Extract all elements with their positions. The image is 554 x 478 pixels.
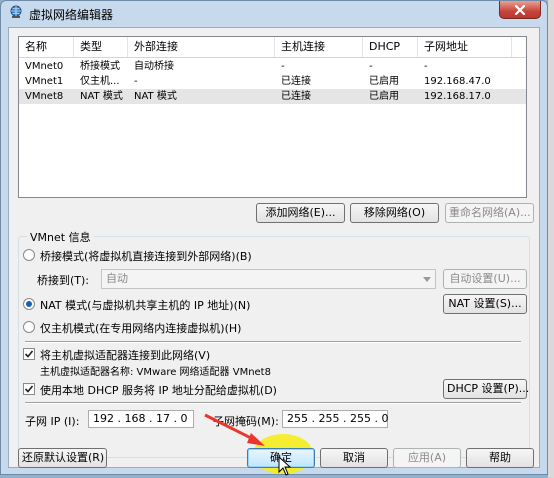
nat-mode-label[interactable]: NAT 模式(与虚拟机共享主机的 IP 地址)(N) [40, 297, 250, 313]
bridged-to-select[interactable]: 自动 [101, 269, 436, 289]
network-list[interactable]: 名称 类型 外部连接 主机连接 DHCP 子网地址 VMnet0 桥接模式 自动… [18, 36, 527, 198]
cell-external: - [134, 76, 138, 87]
checkmark-icon [24, 385, 34, 393]
table-row-selected[interactable]: VMnet8 NAT 模式 NAT 模式 已连接 已启用 192.168.17.… [19, 89, 526, 104]
cell-subnet: - [424, 61, 428, 72]
cell-type: 仅主机... [80, 76, 120, 87]
cell-name: VMnet0 [25, 61, 64, 72]
remove-network-button[interactable]: 移除网络(O) [350, 203, 439, 223]
vmnet-info-label: VMnet 信息 [27, 229, 94, 245]
cell-host: - [281, 61, 285, 72]
cell-subnet: 192.168.47.0 [424, 76, 491, 87]
red-arrow-annotation [204, 413, 265, 446]
cell-dhcp: 已启用 [369, 76, 399, 87]
separator [25, 341, 521, 343]
title-bar[interactable]: 虚拟网络编辑器 [1, 1, 547, 25]
chevron-down-icon [419, 270, 435, 288]
network-list-header: 名称 类型 外部连接 主机连接 DHCP 子网地址 [19, 37, 526, 58]
use-dhcp-checkbox[interactable] [23, 383, 35, 395]
subnet-mask-input[interactable]: 255 . 255 . 255 . 0 [282, 410, 388, 428]
bridged-to-value: 自动 [106, 272, 128, 285]
dialog-body: 名称 类型 外部连接 主机连接 DHCP 子网地址 VMnet0 桥接模式 自动… [8, 27, 540, 474]
column-header-name[interactable]: 名称 [19, 37, 74, 57]
dhcp-settings-button[interactable]: DHCP 设置(P)... [443, 379, 529, 399]
cell-dhcp: - [369, 61, 373, 72]
column-header-dhcp[interactable]: DHCP [363, 37, 418, 57]
close-button[interactable] [499, 1, 541, 19]
checkmark-icon [24, 350, 34, 358]
connect-adapter-checkbox[interactable] [23, 348, 35, 360]
background-strip [548, 0, 554, 478]
bridged-to-label: 桥接到(T): [37, 274, 90, 287]
close-x-icon [514, 4, 526, 15]
host-only-label[interactable]: 仅主机模式(在专用网络内连接虚拟机)(H) [40, 320, 241, 336]
column-header-type[interactable]: 类型 [74, 37, 128, 57]
cell-external: 自动桥接 [134, 61, 174, 72]
cell-type: NAT 模式 [80, 91, 123, 102]
bridged-mode-radio[interactable] [23, 249, 35, 261]
cell-subnet: 192.168.17.0 [424, 91, 491, 102]
help-button[interactable]: 帮助 [466, 448, 534, 468]
connect-adapter-label[interactable]: 将主机虚拟适配器连接到此网络(V) [40, 347, 210, 363]
cell-external: NAT 模式 [134, 91, 177, 102]
table-row[interactable]: VMnet1 仅主机... - 已连接 已启用 192.168.47.0 [19, 74, 526, 89]
table-row[interactable]: VMnet0 桥接模式 自动桥接 - - - [19, 59, 526, 74]
add-network-button[interactable]: 添加网络(E)... [256, 203, 345, 223]
cell-dhcp: 已启用 [369, 91, 399, 102]
column-header-external[interactable]: 外部连接 [128, 37, 275, 57]
separator [25, 402, 521, 404]
subnet-ip-input[interactable]: 192 . 168 . 17 . 0 [88, 410, 194, 428]
adapter-name-label: 主机虚拟适配器名称: VMware 网络适配器 VMnet8 [40, 367, 271, 378]
restore-defaults-button[interactable]: 还原默认设置(R) [18, 448, 107, 468]
cell-name: VMnet8 [25, 91, 64, 102]
nat-mode-radio[interactable] [23, 298, 35, 310]
nat-settings-button[interactable]: NAT 设置(S)... [443, 294, 527, 314]
cell-name: VMnet1 [25, 76, 64, 87]
cancel-button[interactable]: 取消 [320, 448, 388, 468]
bridged-mode-label[interactable]: 桥接模式(将虚拟机直接连接到外部网络)(B) [40, 248, 252, 264]
use-dhcp-label[interactable]: 使用本地 DHCP 服务将 IP 地址分配给虚拟机(D) [40, 382, 277, 398]
cell-type: 桥接模式 [80, 61, 120, 72]
subnet-ip-label: 子网 IP (I): [25, 415, 80, 428]
host-only-radio[interactable] [23, 321, 35, 333]
network-globe-icon [10, 5, 22, 18]
column-header-host[interactable]: 主机连接 [275, 37, 363, 57]
window-title: 虚拟网络编辑器 [29, 8, 114, 22]
cell-host: 已连接 [281, 91, 311, 102]
cell-host: 已连接 [281, 76, 311, 87]
column-header-subnet[interactable]: 子网地址 [418, 37, 512, 57]
virtual-network-editor-window: 虚拟网络编辑器 名称 类型 外部连接 主机连接 DHCP 子网地址 VMnet0… [0, 0, 548, 476]
radio-selected-dot [26, 301, 32, 307]
auto-settings-button[interactable]: 自动设置(U)... [443, 269, 527, 289]
mouse-cursor-icon [278, 456, 292, 476]
rename-network-button[interactable]: 重命名网络(A)... [445, 203, 534, 223]
apply-button[interactable]: 应用(A) [393, 448, 461, 468]
